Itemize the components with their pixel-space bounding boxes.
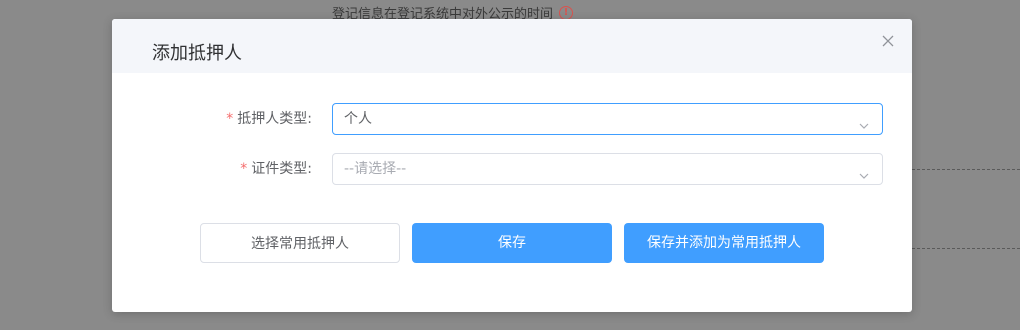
add-mortgagor-dialog: 添加抵押人 * 抵押人类型: 个人 * 证件类型: --请选择-- 选择常用抵押… [112, 19, 912, 312]
mortgagor-type-select[interactable]: 个人 [332, 103, 883, 135]
id-type-placeholder: --请选择-- [344, 161, 407, 177]
required-mark: * [226, 111, 234, 127]
mortgagor-type-row: * 抵押人类型: 个人 [112, 103, 912, 135]
warning-circle-icon: ! [559, 5, 574, 20]
chevron-down-icon [858, 163, 870, 193]
chevron-down-icon [858, 113, 870, 143]
id-type-row: * 证件类型: --请选择-- [112, 153, 912, 185]
id-type-select[interactable]: --请选择-- [332, 153, 883, 185]
save-button[interactable]: 保存 [412, 223, 612, 263]
dialog-header: 添加抵押人 [112, 19, 912, 73]
mortgagor-type-label: * 抵押人类型: [226, 111, 312, 127]
select-common-mortgagor-button[interactable]: 选择常用抵押人 [200, 223, 400, 263]
dialog-title: 添加抵押人 [152, 43, 242, 64]
mortgagor-type-value: 个人 [344, 111, 372, 127]
id-type-label: * 证件类型: [240, 161, 312, 177]
save-and-add-common-button[interactable]: 保存并添加为常用抵押人 [624, 223, 824, 263]
required-mark: * [240, 161, 248, 177]
close-icon[interactable] [880, 33, 896, 49]
background-divider [912, 169, 1020, 170]
background-divider [912, 248, 1020, 249]
